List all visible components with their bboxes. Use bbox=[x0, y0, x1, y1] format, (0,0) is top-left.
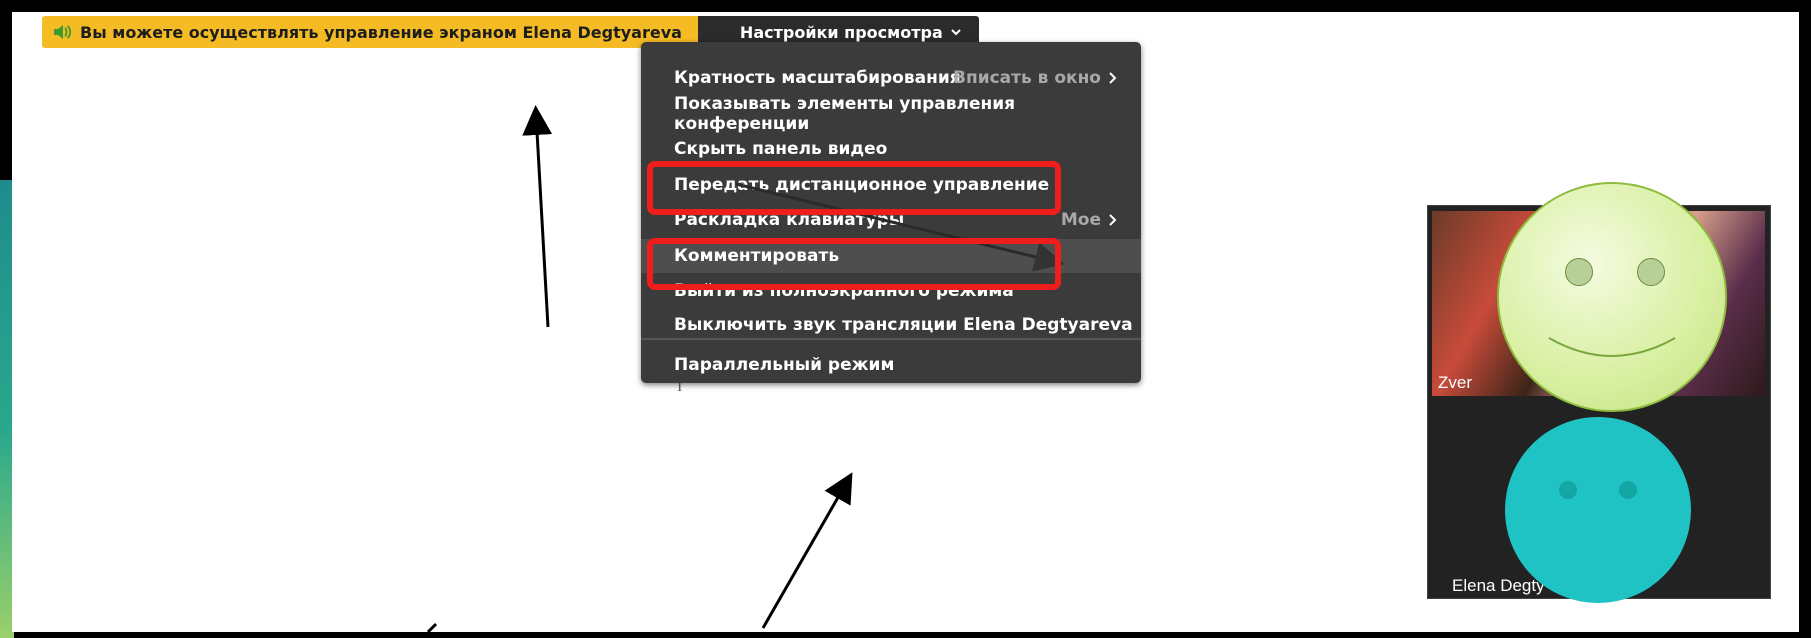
menu-item-label: Выключить звук трансляции Elena Degtyare… bbox=[674, 315, 1133, 335]
eye bbox=[1565, 258, 1593, 286]
speaker-icon bbox=[54, 25, 72, 39]
smile bbox=[1548, 337, 1676, 357]
eye bbox=[1559, 481, 1577, 499]
zoom-ratio-value: Вписать в окно bbox=[952, 68, 1101, 88]
menu-item-label: Показывать элементы управления конференц… bbox=[674, 94, 1016, 134]
participant-name: Elena Degty bbox=[1452, 576, 1545, 595]
chevron-down-icon bbox=[951, 29, 961, 36]
menu-item-label: Параллельный режим bbox=[674, 355, 895, 375]
menu-item-annotate[interactable]: Комментировать bbox=[641, 239, 1141, 273]
menu-item-hide-video-panel[interactable]: Скрыть панель видео bbox=[641, 132, 1141, 166]
menu-item-exit-fullscreen[interactable]: Выйти из полноэкранного режима bbox=[641, 274, 1141, 308]
view-settings-menu: Кратность масштабирования Вписать в окно… bbox=[641, 42, 1141, 383]
menu-item-subvalue: Мое bbox=[1061, 210, 1117, 230]
eye bbox=[1619, 481, 1637, 499]
menu-separator bbox=[641, 338, 1141, 340]
chevron-right-icon bbox=[1109, 72, 1117, 84]
menu-item-subvalue: Вписать в окно bbox=[953, 68, 1117, 88]
smiley-sticker-green bbox=[1497, 182, 1727, 412]
screen-control-banner: Вы можете осуществлять управление экрано… bbox=[42, 16, 698, 48]
menu-item-label: Выйти из полноэкранного режима bbox=[674, 281, 1014, 301]
menu-item-label: Скрыть панель видео bbox=[674, 139, 888, 159]
participant-name: Zver bbox=[1438, 373, 1472, 392]
menu-item-label: Комментировать bbox=[674, 246, 840, 266]
view-settings-label: Настройки просмотра bbox=[739, 22, 943, 42]
smiley-sticker-teal bbox=[1505, 417, 1691, 603]
chevron-right-icon bbox=[1109, 214, 1117, 226]
menu-item-show-meeting-controls[interactable]: Показывать элементы управления конференц… bbox=[641, 94, 1141, 134]
menu-item-keyboard-layout[interactable]: Раскладка клавиатуры Мое bbox=[641, 203, 1141, 237]
menu-item-label: Передать дистанционное управление bbox=[674, 175, 1050, 195]
keyboard-layout-value: Мое bbox=[1060, 210, 1101, 230]
menu-item-side-by-side[interactable]: Параллельный режим bbox=[641, 348, 1141, 382]
menu-item-give-remote-control[interactable]: Передать дистанционное управление bbox=[641, 168, 1141, 202]
menu-item-label: Кратность масштабирования bbox=[674, 68, 961, 88]
menu-item-label: Раскладка клавиатуры bbox=[674, 210, 905, 230]
eye bbox=[1637, 258, 1665, 286]
screen-control-text: Вы можете осуществлять управление экрано… bbox=[80, 22, 682, 42]
menu-item-mute-broadcast[interactable]: Выключить звук трансляции Elena Degtyare… bbox=[641, 308, 1141, 342]
menu-item-zoom-ratio[interactable]: Кратность масштабирования Вписать в окно bbox=[641, 61, 1141, 95]
